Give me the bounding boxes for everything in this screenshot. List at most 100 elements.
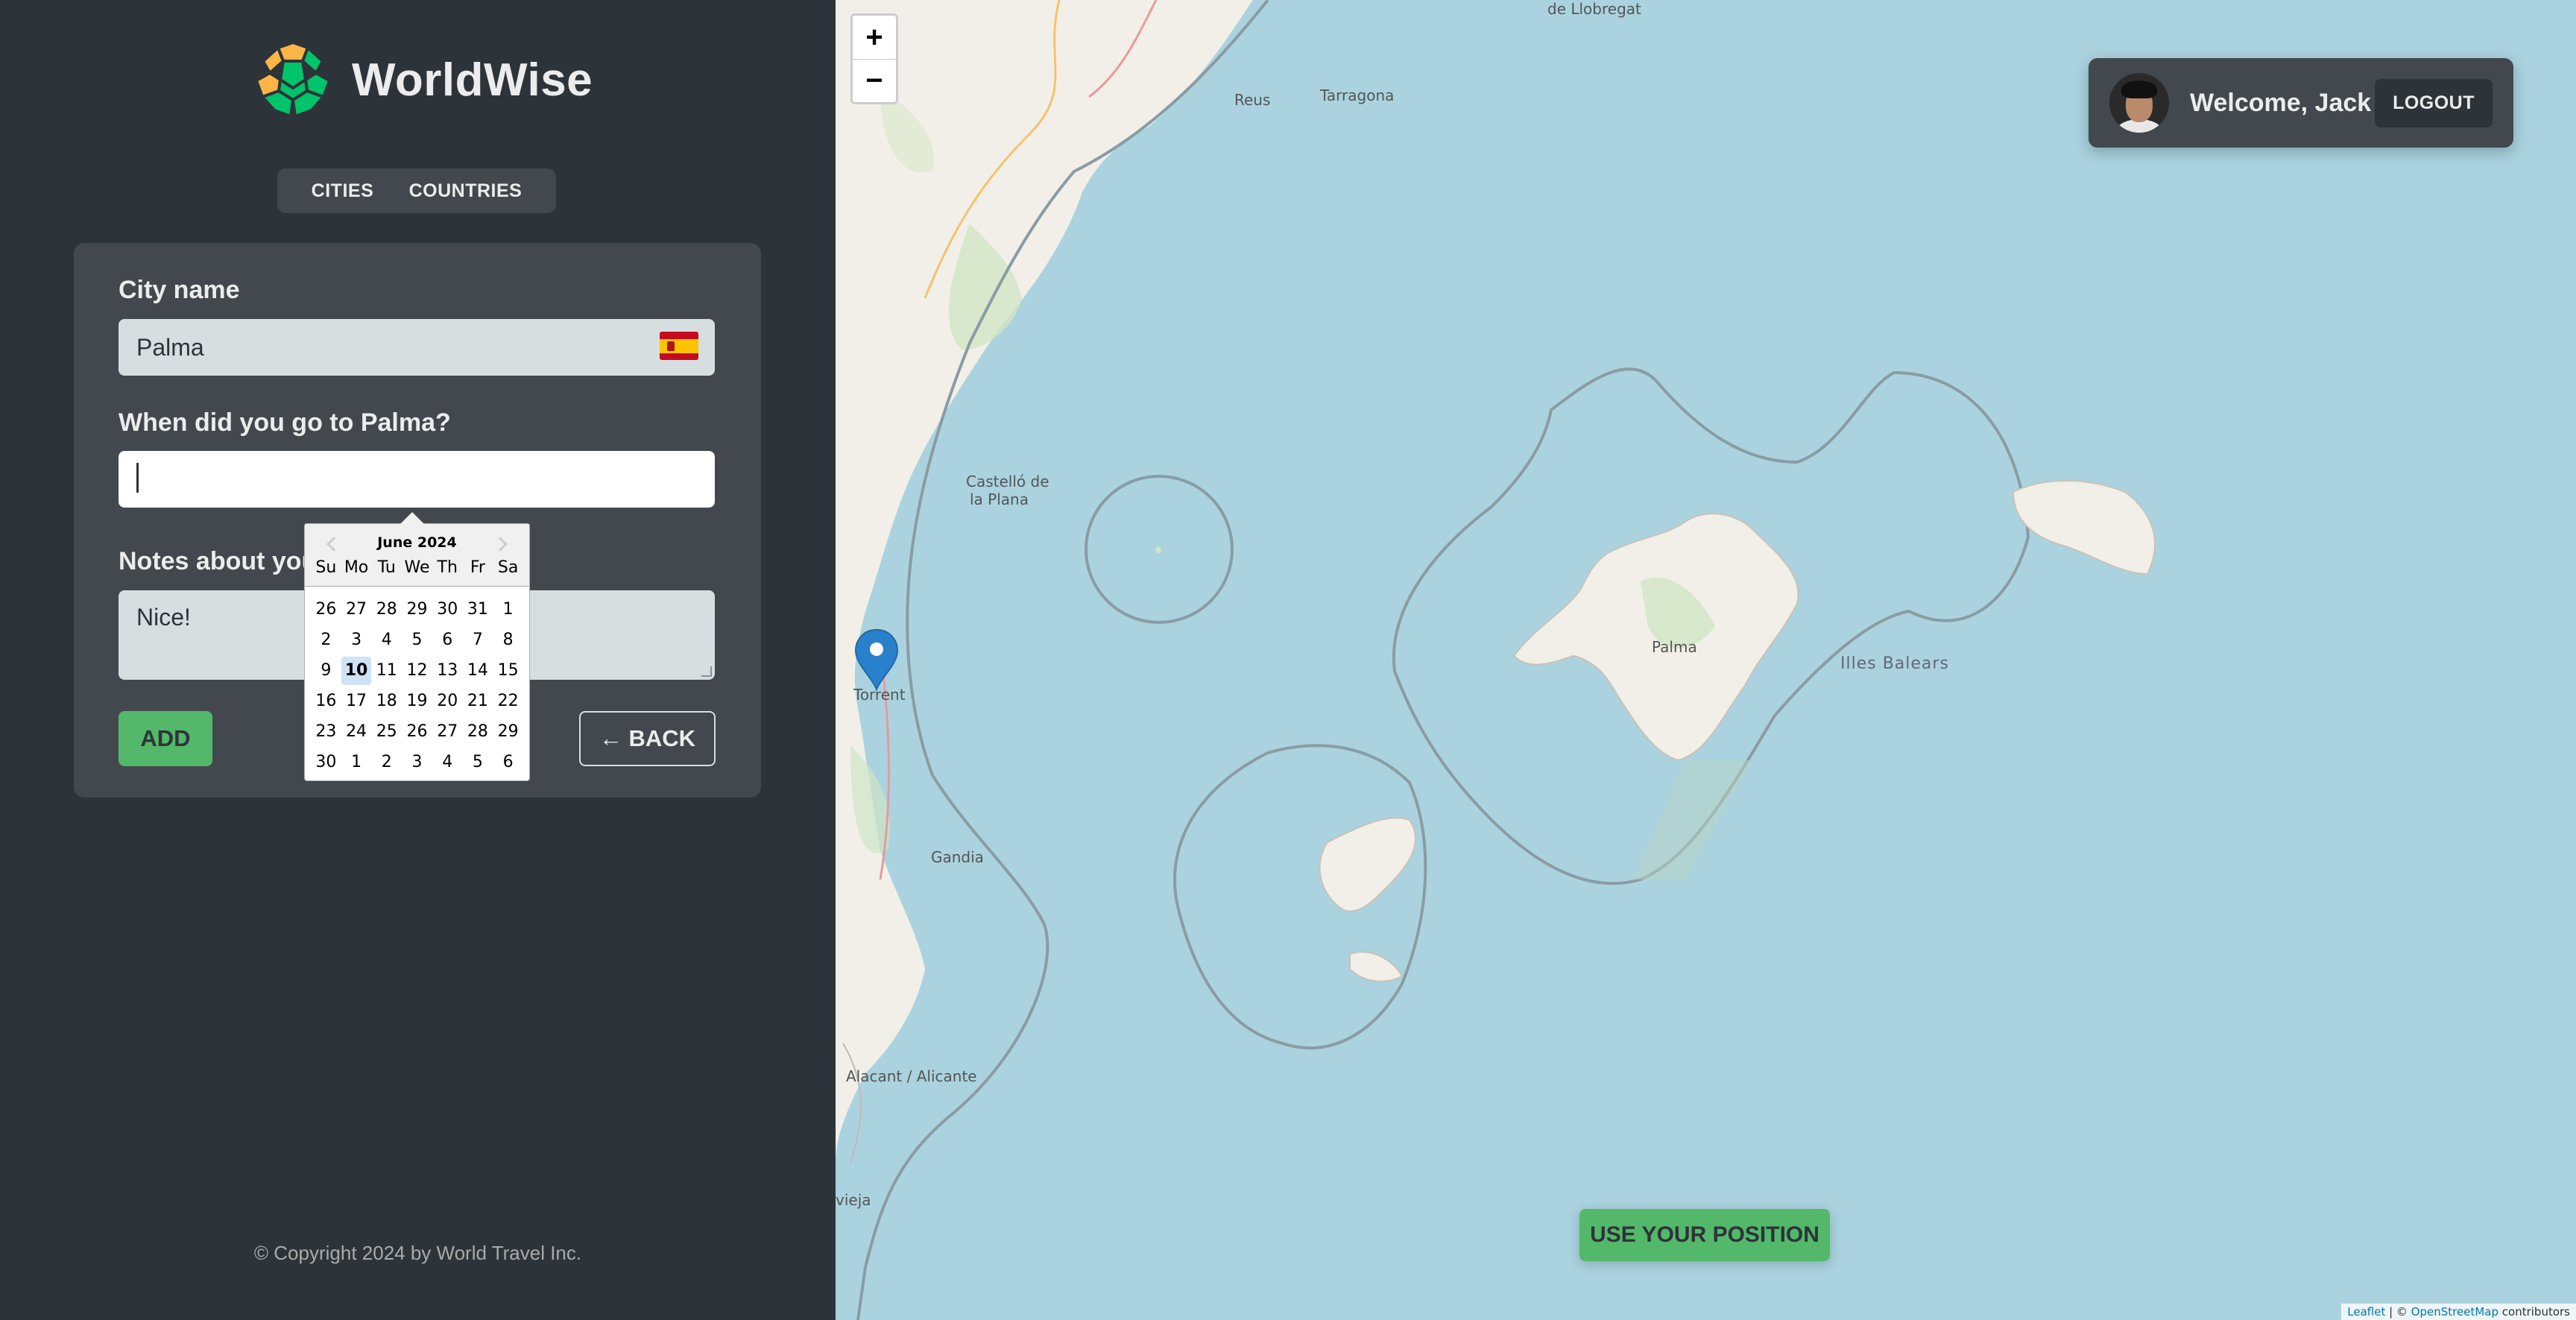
map-label-gandia: Gandia	[931, 848, 984, 866]
calendar-day[interactable]: 9	[311, 657, 341, 685]
weekday-label: We	[404, 558, 430, 577]
weekday-label: Tu	[377, 558, 396, 577]
calendar-day[interactable]: 26	[402, 718, 432, 746]
calendar-day[interactable]: 2	[371, 748, 402, 777]
copyright: © Copyright 2024 by World Travel Inc.	[253, 1242, 582, 1264]
calendar-day[interactable]: 24	[341, 718, 372, 746]
app-name: WorldWise	[352, 54, 593, 106]
spain-flag-icon	[660, 332, 698, 360]
calendar-day[interactable]: 25	[371, 718, 402, 746]
map-label-llobregat: de Llobregat	[1547, 0, 1641, 18]
calendar-day[interactable]: 4	[432, 748, 463, 777]
calendar-day[interactable]: 19	[402, 687, 432, 716]
map-label-illes-balears: Illes Balears	[1840, 654, 1949, 673]
calendar-day[interactable]: 23	[311, 718, 341, 746]
weekday-label: Fr	[470, 558, 485, 577]
map-label-castello: Castelló de	[966, 473, 1049, 490]
calendar-day[interactable]: 28	[463, 718, 493, 746]
back-button[interactable]: ← BACK	[579, 711, 716, 766]
city-marker	[854, 628, 899, 692]
attribution-separator: | ©	[2385, 1305, 2411, 1319]
nav-cities[interactable]: CITIES	[298, 173, 388, 209]
leaflet-link[interactable]: Leaflet	[2347, 1305, 2385, 1319]
calendar-day[interactable]: 16	[311, 687, 341, 716]
calendar-day[interactable]: 1	[341, 748, 372, 777]
zoom-out-button[interactable]: −	[853, 59, 896, 102]
welcome-text: Welcome, Jack	[2190, 88, 2372, 117]
map-attribution: Leaflet | © OpenStreetMap contributors	[2341, 1304, 2576, 1320]
logout-button[interactable]: LOGOUT	[2375, 78, 2493, 127]
calendar-day[interactable]: 1	[493, 596, 523, 624]
calendar-day[interactable]: 6	[493, 748, 523, 777]
zoom-control: + −	[850, 13, 898, 104]
map-label-torrent: Torrent	[853, 686, 906, 704]
calendar-day[interactable]: 6	[432, 626, 463, 654]
calendar-day[interactable]: 27	[341, 596, 372, 624]
calendar-day[interactable]: 26	[311, 596, 341, 624]
worldwise-logo-icon	[254, 40, 332, 119]
add-button[interactable]: ADD	[119, 711, 212, 766]
map-label-alacant: Alacant / Alicante	[846, 1067, 977, 1085]
app-nav: CITIES COUNTRIES	[277, 168, 556, 213]
weekday-row: Su Mo Tu We Th Fr Sa	[311, 558, 523, 577]
notes-value: Nice!	[136, 604, 191, 631]
calendar-day[interactable]: 5	[402, 626, 432, 654]
datepicker-header: June 2024 Su Mo Tu We Th Fr Sa	[305, 524, 529, 587]
calendar-day[interactable]: 28	[371, 596, 402, 624]
map-tiles	[836, 0, 2156, 1320]
sidebar: WorldWise CITIES COUNTRIES City name Pal…	[0, 0, 836, 1320]
calendar-day[interactable]: 8	[493, 626, 523, 654]
calendar-day[interactable]: 7	[463, 626, 493, 654]
calendar-day[interactable]: 5	[463, 748, 493, 777]
nav-countries[interactable]: COUNTRIES	[396, 173, 536, 209]
attribution-suffix: contributors	[2498, 1305, 2570, 1319]
calendar-day[interactable]: 27	[432, 718, 463, 746]
date-label: When did you go to Palma?	[119, 408, 451, 437]
logo[interactable]: WorldWise	[252, 39, 593, 121]
weekday-label: Th	[437, 558, 458, 577]
calendar-day[interactable]: 20	[432, 687, 463, 716]
calendar-day[interactable]: 2	[311, 626, 341, 654]
city-name-value: Palma	[136, 333, 204, 361]
calendar-day[interactable]: 17	[341, 687, 372, 716]
city-name-label: City name	[119, 276, 240, 304]
calendar-day[interactable]: 4	[371, 626, 402, 654]
date-input[interactable]	[119, 451, 715, 508]
calendar-day[interactable]: 15	[493, 657, 523, 685]
day-grid: 26 27 28 29 30 31 1 2 3 4 5 6 7 8 9 10 11 12 13 14 15 16 17 18 1…	[311, 596, 523, 777]
weekday-label: Sa	[497, 558, 519, 577]
calendar-day[interactable]: 10	[341, 657, 372, 685]
calendar-day[interactable]: 22	[493, 687, 523, 716]
zoom-in-button[interactable]: +	[853, 16, 896, 59]
calendar-day[interactable]: 29	[493, 718, 523, 746]
osm-link[interactable]: OpenStreetMap	[2411, 1305, 2498, 1319]
datepicker-arrow-icon	[400, 512, 424, 524]
calendar-day[interactable]: 21	[463, 687, 493, 716]
map-label-castello-2: la Plana	[970, 490, 1029, 508]
datepicker-popup: June 2024 Su Mo Tu We Th Fr Sa 26 27 28 29 30 31 1 2 3…	[304, 512, 530, 781]
calendar-day[interactable]: 3	[341, 626, 372, 654]
map-label-palma: Palma	[1652, 638, 1697, 656]
calendar-day[interactable]: 18	[371, 687, 402, 716]
map-label-reus: Reus	[1234, 91, 1271, 109]
resize-handle-icon[interactable]	[701, 666, 712, 677]
calendar-day[interactable]: 13	[432, 657, 463, 685]
calendar-day[interactable]: 29	[402, 596, 432, 624]
weekday-label: Mo	[344, 558, 369, 577]
map[interactable]: de Llobregat Reus Tarragona Castelló de …	[836, 0, 2576, 1320]
notes-label: Notes about your trip to Palma	[119, 547, 312, 575]
calendar-day[interactable]: 14	[463, 657, 493, 685]
map-label-vieja: vieja	[836, 1191, 871, 1209]
city-name-input[interactable]: Palma	[119, 319, 715, 376]
calendar-day[interactable]: 12	[402, 657, 432, 685]
calendar-day[interactable]: 30	[432, 596, 463, 624]
calendar-day[interactable]: 11	[371, 657, 402, 685]
calendar-day[interactable]: 3	[402, 748, 432, 777]
user-panel: Welcome, Jack LOGOUT	[2089, 58, 2513, 148]
calendar-day[interactable]: 30	[311, 748, 341, 777]
text-caret	[136, 463, 139, 493]
calendar-day[interactable]: 31	[463, 596, 493, 624]
use-position-button[interactable]: USE YOUR POSITION	[1579, 1209, 1830, 1261]
avatar	[2109, 73, 2169, 133]
map-label-tarragona: Tarragona	[1320, 86, 1395, 104]
